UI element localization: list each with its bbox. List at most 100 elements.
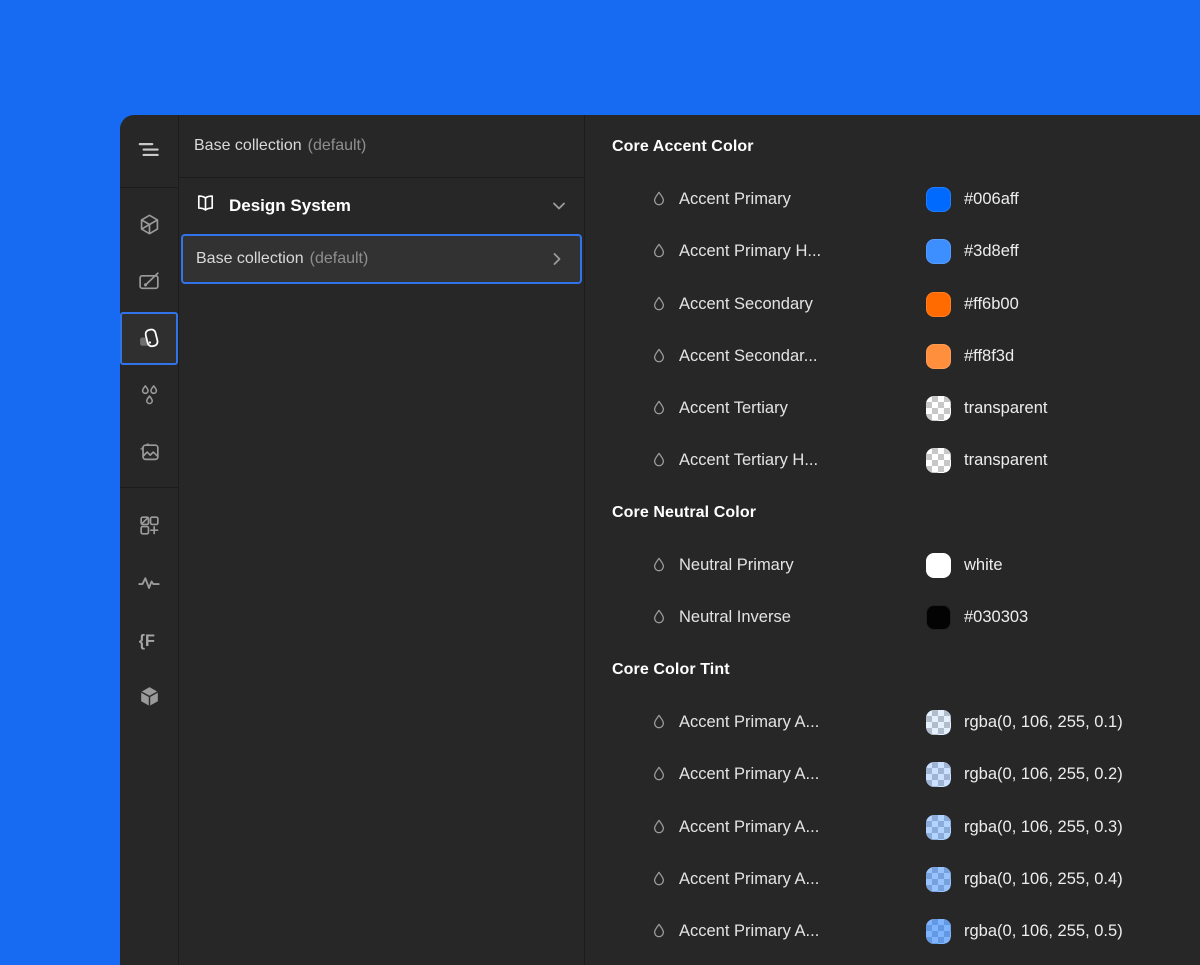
toolbar-item-paint-canvas[interactable] — [120, 253, 178, 310]
color-swatch[interactable] — [926, 605, 951, 630]
color-swatch[interactable] — [926, 187, 951, 212]
token-row[interactable]: Accent Tertiary H... transparent — [585, 435, 1200, 487]
droplet-icon — [652, 923, 666, 940]
droplet-icon — [652, 348, 666, 365]
color-swatch[interactable] — [926, 239, 951, 264]
droplet-icon — [652, 714, 666, 731]
components-grid-add-icon — [137, 513, 162, 538]
chevron-right-icon — [547, 249, 567, 269]
tint-overlay — [926, 815, 951, 840]
token-value: rgba(0, 106, 255, 0.2) — [964, 765, 1123, 784]
color-swatches-icon — [137, 326, 162, 351]
token-row[interactable]: Neutral Primary white — [585, 539, 1200, 591]
token-label: Accent Primary A... — [679, 765, 926, 784]
token-value: transparent — [964, 451, 1047, 470]
cube-outline-icon — [137, 212, 162, 237]
tint-overlay — [926, 710, 951, 735]
color-swatch[interactable] — [926, 553, 951, 578]
icon-toolbar: {F — [120, 115, 179, 965]
token-row[interactable]: Neutral Inverse#030303 — [585, 592, 1200, 644]
waveform-icon — [136, 570, 162, 596]
menu-icon — [136, 136, 162, 167]
app-panel: {F Base collection (default) Design Syst… — [120, 115, 1200, 965]
color-swatch[interactable] — [926, 344, 951, 369]
toolbar-item-waveform[interactable] — [120, 554, 178, 611]
tint-overlay — [926, 919, 951, 944]
sidebar-header: Base collection (default) — [179, 115, 584, 178]
token-value: rgba(0, 106, 255, 0.1) — [964, 713, 1123, 732]
tint-overlay — [926, 867, 951, 892]
book-icon — [194, 192, 217, 220]
sidebar-item-title: Base collection — [196, 250, 304, 268]
droplet-icon — [652, 871, 666, 888]
token-value: transparent — [964, 399, 1047, 418]
sidebar-item-base-collection[interactable]: Base collection (default) — [181, 234, 582, 284]
color-swatch[interactable] — [926, 448, 951, 473]
token-row[interactable]: Accent Primary A... rgba(0, 106, 255, 0.1… — [585, 696, 1200, 748]
token-label: Accent Secondary — [679, 295, 926, 314]
toolbar-item-cube-outline[interactable] — [120, 196, 178, 253]
color-swatch[interactable] — [926, 292, 951, 317]
token-row[interactable]: Accent Primary A...rgba(0, 106, 255, 0.5… — [585, 905, 1200, 957]
token-label: Accent Primary A... — [679, 818, 926, 837]
token-row[interactable]: Accent Primary A... rgba(0, 106, 255, 0.4… — [585, 853, 1200, 905]
sidebar-header-suffix: (default) — [308, 137, 367, 155]
token-value: rgba(0, 106, 255, 0.4) — [964, 870, 1123, 889]
toolbar-item-image-transparent[interactable] — [120, 424, 178, 481]
section-header: Core Color Tint — [585, 644, 1200, 696]
token-row[interactable]: Accent Primary #006aff — [585, 173, 1200, 225]
chevron-down-icon — [549, 196, 569, 216]
toolbar-item-font-variable[interactable]: {F — [120, 611, 178, 668]
droplets-icon — [137, 383, 162, 408]
paint-canvas-icon — [137, 269, 162, 294]
color-swatch[interactable] — [926, 396, 951, 421]
sidebar-item-suffix: (default) — [310, 250, 369, 268]
token-value: #ff8f3d — [964, 347, 1014, 366]
token-label: Accent Tertiary — [679, 399, 926, 418]
font-variable-icon: {F — [136, 627, 162, 653]
cube-filled-icon — [137, 684, 162, 709]
token-value: rgba(0, 106, 255, 0.3) — [964, 818, 1123, 837]
toolbar-item-cube-filled[interactable] — [120, 668, 178, 725]
color-swatch[interactable] — [926, 762, 951, 787]
section-header: Core Neutral Color — [585, 487, 1200, 539]
token-row[interactable]: Accent Secondary#ff6b00 — [585, 278, 1200, 330]
token-label: Accent Primary A... — [679, 713, 926, 732]
color-swatch[interactable] — [926, 919, 951, 944]
token-value: white — [964, 556, 1003, 575]
droplet-icon — [652, 191, 666, 208]
collections-sidebar: Base collection (default) Design System … — [179, 115, 585, 965]
droplet-icon — [652, 243, 666, 260]
toolbar-item-color-swatches[interactable] — [120, 312, 178, 365]
token-label: Accent Tertiary H... — [679, 451, 926, 470]
color-swatch[interactable] — [926, 815, 951, 840]
color-swatch[interactable] — [926, 867, 951, 892]
token-list: Core Accent ColorAccent Primary#006affAc… — [585, 115, 1200, 965]
droplet-icon — [652, 766, 666, 783]
token-value: #006aff — [964, 190, 1019, 209]
token-row[interactable]: Accent Tertiary transparent — [585, 382, 1200, 434]
token-label: Neutral Primary — [679, 556, 926, 575]
image-transparent-icon — [137, 440, 162, 465]
token-value: #030303 — [964, 608, 1028, 627]
collection-design-system[interactable]: Design System — [179, 178, 584, 234]
droplet-icon — [652, 296, 666, 313]
menu-button[interactable] — [120, 115, 178, 188]
svg-text:{F: {F — [139, 631, 155, 649]
toolbar-items: {F — [120, 188, 178, 725]
droplet-icon — [652, 557, 666, 574]
token-label: Accent Secondar... — [679, 347, 926, 366]
token-label: Accent Primary — [679, 190, 926, 209]
toolbar-item-droplets[interactable] — [120, 367, 178, 424]
token-value: #3d8eff — [964, 242, 1019, 261]
toolbar-item-components-grid-add[interactable] — [120, 497, 178, 554]
token-row[interactable]: Accent Primary A... rgba(0, 106, 255, 0.3… — [585, 801, 1200, 853]
token-value: rgba(0, 106, 255, 0.5) — [964, 922, 1123, 941]
color-swatch[interactable] — [926, 710, 951, 735]
token-row[interactable]: Accent Secondar... #ff8f3d — [585, 330, 1200, 382]
collection-label: Design System — [229, 196, 351, 216]
token-row[interactable]: Accent Primary A... rgba(0, 106, 255, 0.2… — [585, 749, 1200, 801]
token-label: Accent Primary H... — [679, 242, 926, 261]
token-row[interactable]: Accent Primary H... #3d8eff — [585, 226, 1200, 278]
token-label: Accent Primary A... — [679, 870, 926, 889]
